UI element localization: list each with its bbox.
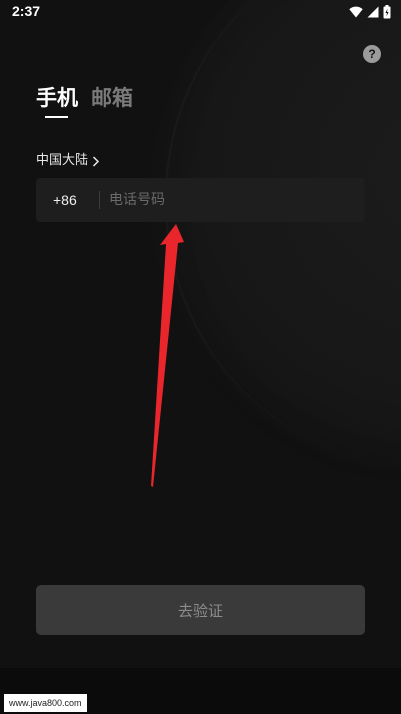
region-selector[interactable]: 中国大陆: [36, 152, 100, 170]
phone-number-input[interactable]: [109, 178, 359, 222]
tab-phone[interactable]: 手机: [36, 84, 78, 112]
question-mark-icon: ?: [368, 47, 376, 61]
country-code[interactable]: +86: [53, 178, 77, 222]
battery-icon: [383, 5, 391, 19]
active-tab-indicator: [45, 116, 68, 118]
phone-input-box: +86: [36, 178, 365, 222]
background-arc-edge: [165, 0, 401, 460]
login-screen: 2:37 ? 手机 邮箱 中国大陆 +86 电话号码 去验证 www.java8…: [0, 0, 401, 714]
signal-icon: [367, 6, 379, 18]
input-divider: [99, 191, 100, 209]
status-bar: 2:37: [0, 0, 401, 24]
status-time: 2:37: [12, 3, 41, 19]
verify-button[interactable]: 去验证: [36, 585, 365, 635]
tab-email[interactable]: 邮箱: [91, 84, 133, 112]
wifi-icon: [349, 6, 363, 18]
region-label: 中国大陆: [36, 153, 89, 168]
status-icons: [349, 4, 391, 20]
watermark: www.java800.com: [4, 694, 87, 712]
chevron-right-icon: [92, 155, 100, 167]
help-button[interactable]: ?: [363, 45, 381, 63]
